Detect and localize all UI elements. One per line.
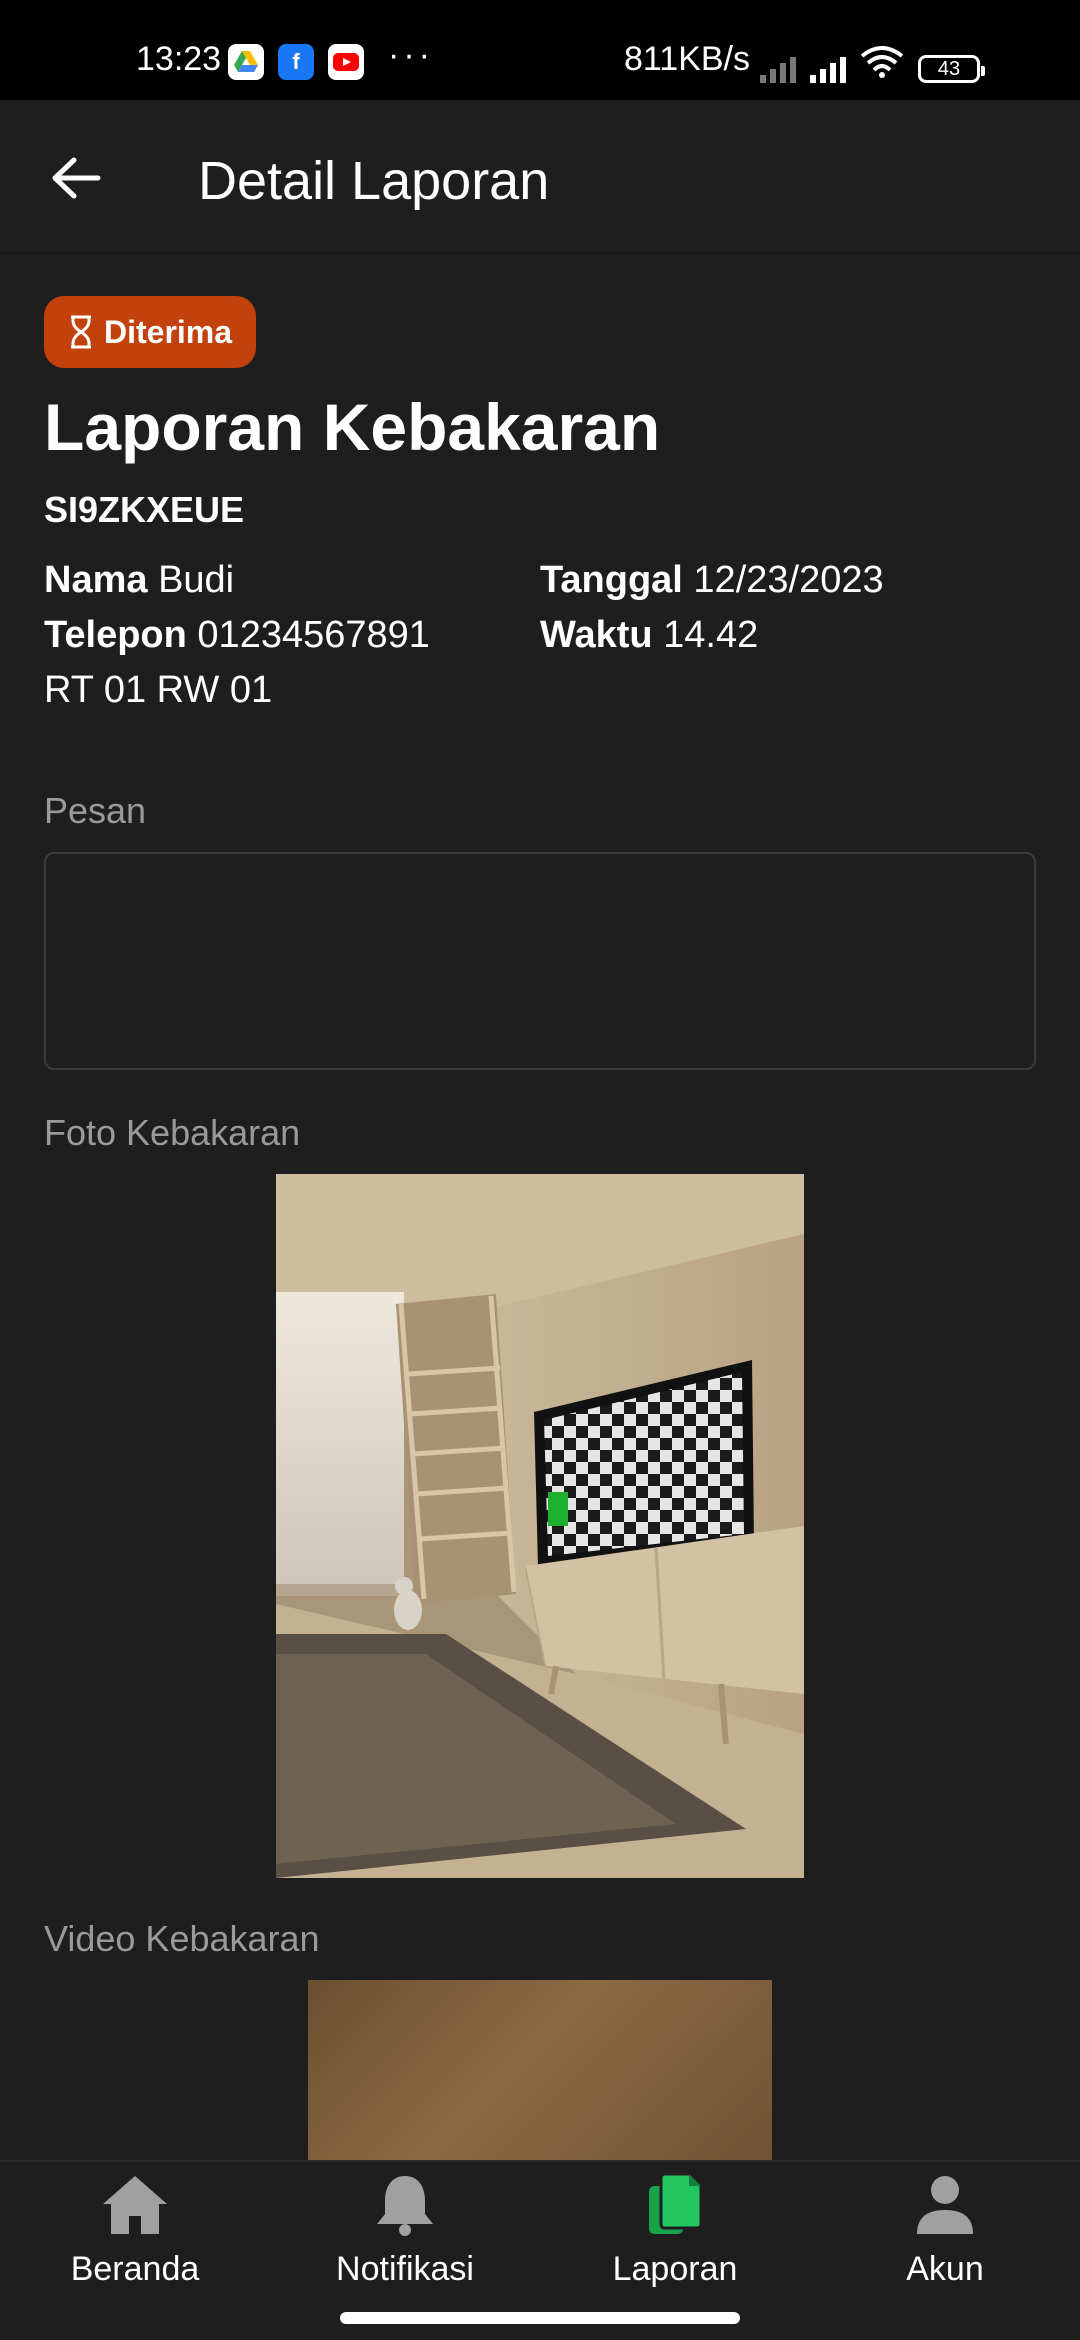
bottom-nav: Beranda Notifikasi Laporan Akun: [0, 2160, 1080, 2302]
report-details: Diterima Laporan Kebakaran SI9ZKXEUE Nam…: [44, 296, 1036, 712]
pesan-label: Pesan: [44, 790, 147, 831]
nav-laporan[interactable]: Laporan: [540, 2172, 810, 2289]
page-title: Detail Laporan: [198, 151, 550, 211]
youtube-icon: [328, 44, 364, 80]
hourglass-icon: [71, 315, 91, 349]
nav-label: Laporan: [612, 2250, 738, 2288]
status-badge: Diterima: [44, 296, 257, 368]
foto-label: Foto Kebakaran: [44, 1112, 301, 1153]
nav-beranda[interactable]: Beranda: [0, 2172, 270, 2289]
status-bar: 13:23 f ··· 811KB/s 43: [0, 0, 1080, 100]
notification-icons: f: [228, 44, 364, 80]
nav-label: Notifikasi: [336, 2250, 474, 2288]
fire-photo[interactable]: [276, 1174, 804, 1878]
report-info: Nama Budi Tanggal 12/23/2023 Telepon 012…: [44, 559, 1036, 712]
drive-icon: [228, 44, 264, 80]
info-waktu: Waktu 14.42: [540, 614, 759, 657]
nav-akun[interactable]: Akun: [810, 2172, 1080, 2289]
video-label: Video Kebakaran: [44, 1918, 320, 1959]
fire-video[interactable]: [308, 1980, 772, 2160]
user-icon: [917, 2176, 973, 2234]
info-telepon: Telepon 01234567891: [44, 614, 430, 657]
report-code: SI9ZKXEUE: [44, 489, 245, 531]
status-label: Diterima: [104, 313, 233, 350]
nav-label: Akun: [906, 2250, 984, 2288]
nav-label: Beranda: [70, 2250, 200, 2288]
home-icon: [103, 2176, 167, 2234]
status-time: 13:23: [136, 40, 222, 78]
app-bar: Detail Laporan: [0, 100, 1080, 254]
signal-sim1-icon: [760, 53, 796, 83]
back-button[interactable]: [44, 146, 108, 210]
nav-notifikasi[interactable]: Notifikasi: [270, 2172, 540, 2289]
report-icon: [649, 2172, 703, 2234]
pesan-box: [44, 852, 1036, 1070]
info-nama: Nama Budi: [44, 559, 235, 602]
network-speed: 811KB/s: [624, 40, 751, 78]
battery-icon: 43: [918, 55, 985, 83]
wifi-icon: [860, 46, 904, 83]
report-title: Laporan Kebakaran: [44, 390, 661, 464]
signal-sim2-icon: [810, 53, 846, 83]
facebook-icon: f: [278, 44, 314, 80]
more-notifications-icon: ···: [388, 36, 434, 74]
bell-icon: [377, 2176, 433, 2236]
info-tanggal: Tanggal 12/23/2023: [540, 559, 884, 602]
info-address: RT 01 RW 01: [44, 669, 273, 712]
arrow-left-icon: [52, 157, 101, 199]
home-indicator[interactable]: [340, 2312, 740, 2324]
